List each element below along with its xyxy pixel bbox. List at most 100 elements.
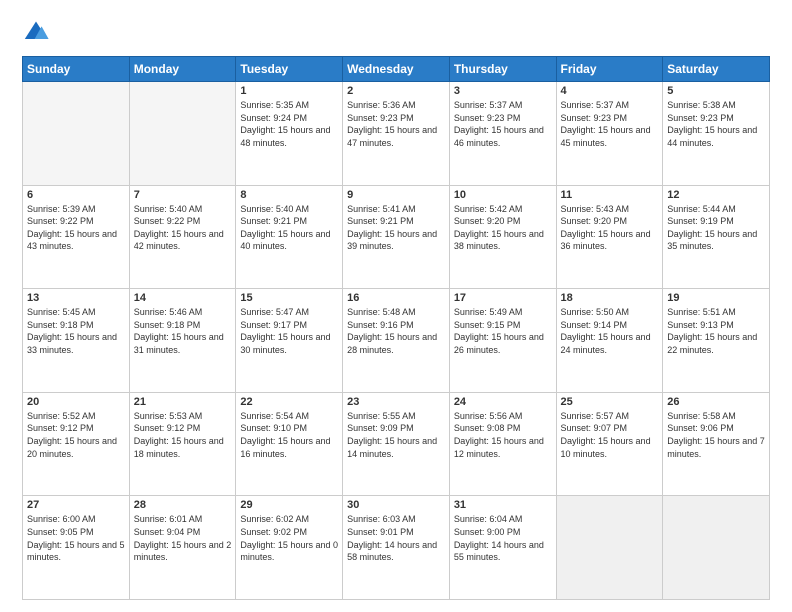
day-number: 24	[454, 396, 552, 408]
calendar-cell: 12 Sunrise: 5:44 AMSunset: 9:19 PMDayligh…	[663, 185, 770, 289]
calendar-cell: 24 Sunrise: 5:56 AMSunset: 9:08 PMDayligh…	[449, 392, 556, 496]
calendar-cell: 26 Sunrise: 5:58 AMSunset: 9:06 PMDayligh…	[663, 392, 770, 496]
calendar-week-2: 6 Sunrise: 5:39 AMSunset: 9:22 PMDaylight…	[23, 185, 770, 289]
calendar-cell: 17Sunrise: 5:49 AMSunset: 9:15 PMDayligh…	[449, 289, 556, 393]
day-info: Sunrise: 5:36 AMSunset: 9:23 PMDaylight:…	[347, 99, 445, 149]
day-number: 3	[454, 85, 552, 97]
day-number: 10	[454, 189, 552, 201]
calendar-cell	[556, 496, 663, 600]
day-info: Sunrise: 5:56 AMSunset: 9:08 PMDaylight:…	[454, 410, 552, 460]
day-number: 26	[667, 396, 765, 408]
calendar-cell: 13 Sunrise: 5:45 AMSunset: 9:18 PMDayligh…	[23, 289, 130, 393]
day-number: 28	[134, 499, 232, 511]
day-info: Sunrise: 6:00 AMSunset: 9:05 PMDaylight:…	[27, 513, 125, 563]
day-info: Sunrise: 5:40 AMSunset: 9:22 PMDaylight:…	[134, 203, 232, 253]
calendar-header-thursday: Thursday	[449, 57, 556, 82]
calendar-cell: 28Sunrise: 6:01 AMSunset: 9:04 PMDayligh…	[129, 496, 236, 600]
day-info: Sunrise: 6:02 AMSunset: 9:02 PMDaylight:…	[240, 513, 338, 563]
calendar-cell: 21 Sunrise: 5:53 AMSunset: 9:12 PMDayligh…	[129, 392, 236, 496]
calendar-cell: 20 Sunrise: 5:52 AMSunset: 9:12 PMDayligh…	[23, 392, 130, 496]
day-number: 29	[240, 499, 338, 511]
day-number: 12	[667, 189, 765, 201]
day-number: 30	[347, 499, 445, 511]
calendar-cell: 25 Sunrise: 5:57 AMSunset: 9:07 PMDayligh…	[556, 392, 663, 496]
day-number: 11	[561, 189, 659, 201]
day-info: Sunrise: 5:50 AMSunset: 9:14 PMDaylight:…	[561, 306, 659, 356]
day-number: 21	[134, 396, 232, 408]
day-info: Sunrise: 5:43 AMSunset: 9:20 PMDaylight:…	[561, 203, 659, 253]
day-info: Sunrise: 5:55 AMSunset: 9:09 PMDaylight:…	[347, 410, 445, 460]
day-number: 25	[561, 396, 659, 408]
calendar-header-wednesday: Wednesday	[343, 57, 450, 82]
calendar-cell: 15Sunrise: 5:47 AMSunset: 9:17 PMDayligh…	[236, 289, 343, 393]
calendar-cell: 27 Sunrise: 6:00 AMSunset: 9:05 PMDayligh…	[23, 496, 130, 600]
day-number: 13	[27, 292, 125, 304]
calendar-cell: 11 Sunrise: 5:43 AMSunset: 9:20 PMDayligh…	[556, 185, 663, 289]
calendar-week-4: 20 Sunrise: 5:52 AMSunset: 9:12 PMDayligh…	[23, 392, 770, 496]
day-info: Sunrise: 5:40 AMSunset: 9:21 PMDaylight:…	[240, 203, 338, 253]
header	[22, 18, 770, 46]
day-number: 1	[240, 85, 338, 97]
day-info: Sunrise: 5:48 AMSunset: 9:16 PMDaylight:…	[347, 306, 445, 356]
calendar-week-1: 1 Sunrise: 5:35 AMSunset: 9:24 PMDaylight…	[23, 82, 770, 186]
day-number: 5	[667, 85, 765, 97]
day-info: Sunrise: 5:52 AMSunset: 9:12 PMDaylight:…	[27, 410, 125, 460]
day-info: Sunrise: 5:44 AMSunset: 9:19 PMDaylight:…	[667, 203, 765, 253]
day-number: 6	[27, 189, 125, 201]
calendar-cell: 19 Sunrise: 5:51 AMSunset: 9:13 PMDayligh…	[663, 289, 770, 393]
calendar-cell: 23 Sunrise: 5:55 AMSunset: 9:09 PMDayligh…	[343, 392, 450, 496]
day-info: Sunrise: 5:38 AMSunset: 9:23 PMDaylight:…	[667, 99, 765, 149]
calendar-cell: 5 Sunrise: 5:38 AMSunset: 9:23 PMDaylight…	[663, 82, 770, 186]
day-info: Sunrise: 5:47 AMSunset: 9:17 PMDaylight:…	[240, 306, 338, 356]
calendar-week-3: 13 Sunrise: 5:45 AMSunset: 9:18 PMDayligh…	[23, 289, 770, 393]
day-number: 18	[561, 292, 659, 304]
day-info: Sunrise: 5:51 AMSunset: 9:13 PMDaylight:…	[667, 306, 765, 356]
calendar-cell: 30 Sunrise: 6:03 AMSunset: 9:01 PMDayligh…	[343, 496, 450, 600]
day-number: 9	[347, 189, 445, 201]
day-number: 31	[454, 499, 552, 511]
calendar-header-row: SundayMondayTuesdayWednesdayThursdayFrid…	[23, 57, 770, 82]
calendar-cell: 6 Sunrise: 5:39 AMSunset: 9:22 PMDaylight…	[23, 185, 130, 289]
day-info: Sunrise: 5:57 AMSunset: 9:07 PMDaylight:…	[561, 410, 659, 460]
calendar-table: SundayMondayTuesdayWednesdayThursdayFrid…	[22, 56, 770, 600]
day-info: Sunrise: 5:54 AMSunset: 9:10 PMDaylight:…	[240, 410, 338, 460]
day-number: 17	[454, 292, 552, 304]
calendar-header-sunday: Sunday	[23, 57, 130, 82]
calendar-header-friday: Friday	[556, 57, 663, 82]
calendar-cell: 2 Sunrise: 5:36 AMSunset: 9:23 PMDaylight…	[343, 82, 450, 186]
day-info: Sunrise: 5:39 AMSunset: 9:22 PMDaylight:…	[27, 203, 125, 253]
calendar-cell: 1 Sunrise: 5:35 AMSunset: 9:24 PMDaylight…	[236, 82, 343, 186]
calendar-week-5: 27 Sunrise: 6:00 AMSunset: 9:05 PMDayligh…	[23, 496, 770, 600]
calendar-cell: 14Sunrise: 5:46 AMSunset: 9:18 PMDayligh…	[129, 289, 236, 393]
day-number: 20	[27, 396, 125, 408]
day-info: Sunrise: 6:04 AMSunset: 9:00 PMDaylight:…	[454, 513, 552, 563]
calendar-header-tuesday: Tuesday	[236, 57, 343, 82]
calendar-header-saturday: Saturday	[663, 57, 770, 82]
calendar-cell	[129, 82, 236, 186]
calendar-cell: 16 Sunrise: 5:48 AMSunset: 9:16 PMDayligh…	[343, 289, 450, 393]
day-number: 23	[347, 396, 445, 408]
logo-icon	[22, 18, 50, 46]
day-number: 22	[240, 396, 338, 408]
day-info: Sunrise: 6:03 AMSunset: 9:01 PMDaylight:…	[347, 513, 445, 563]
day-number: 27	[27, 499, 125, 511]
day-number: 2	[347, 85, 445, 97]
day-info: Sunrise: 5:53 AMSunset: 9:12 PMDaylight:…	[134, 410, 232, 460]
calendar-cell: 18 Sunrise: 5:50 AMSunset: 9:14 PMDayligh…	[556, 289, 663, 393]
calendar-cell	[663, 496, 770, 600]
day-number: 16	[347, 292, 445, 304]
day-info: Sunrise: 5:41 AMSunset: 9:21 PMDaylight:…	[347, 203, 445, 253]
calendar-cell: 3Sunrise: 5:37 AMSunset: 9:23 PMDaylight…	[449, 82, 556, 186]
day-info: Sunrise: 5:37 AMSunset: 9:23 PMDaylight:…	[561, 99, 659, 149]
calendar-cell: 7Sunrise: 5:40 AMSunset: 9:22 PMDaylight…	[129, 185, 236, 289]
day-info: Sunrise: 5:35 AMSunset: 9:24 PMDaylight:…	[240, 99, 338, 149]
day-number: 19	[667, 292, 765, 304]
calendar-cell	[23, 82, 130, 186]
day-info: Sunrise: 5:58 AMSunset: 9:06 PMDaylight:…	[667, 410, 765, 460]
page: SundayMondayTuesdayWednesdayThursdayFrid…	[0, 0, 792, 612]
day-number: 4	[561, 85, 659, 97]
day-info: Sunrise: 5:45 AMSunset: 9:18 PMDaylight:…	[27, 306, 125, 356]
calendar-cell: 22 Sunrise: 5:54 AMSunset: 9:10 PMDayligh…	[236, 392, 343, 496]
day-info: Sunrise: 5:42 AMSunset: 9:20 PMDaylight:…	[454, 203, 552, 253]
calendar-cell: 10 Sunrise: 5:42 AMSunset: 9:20 PMDayligh…	[449, 185, 556, 289]
